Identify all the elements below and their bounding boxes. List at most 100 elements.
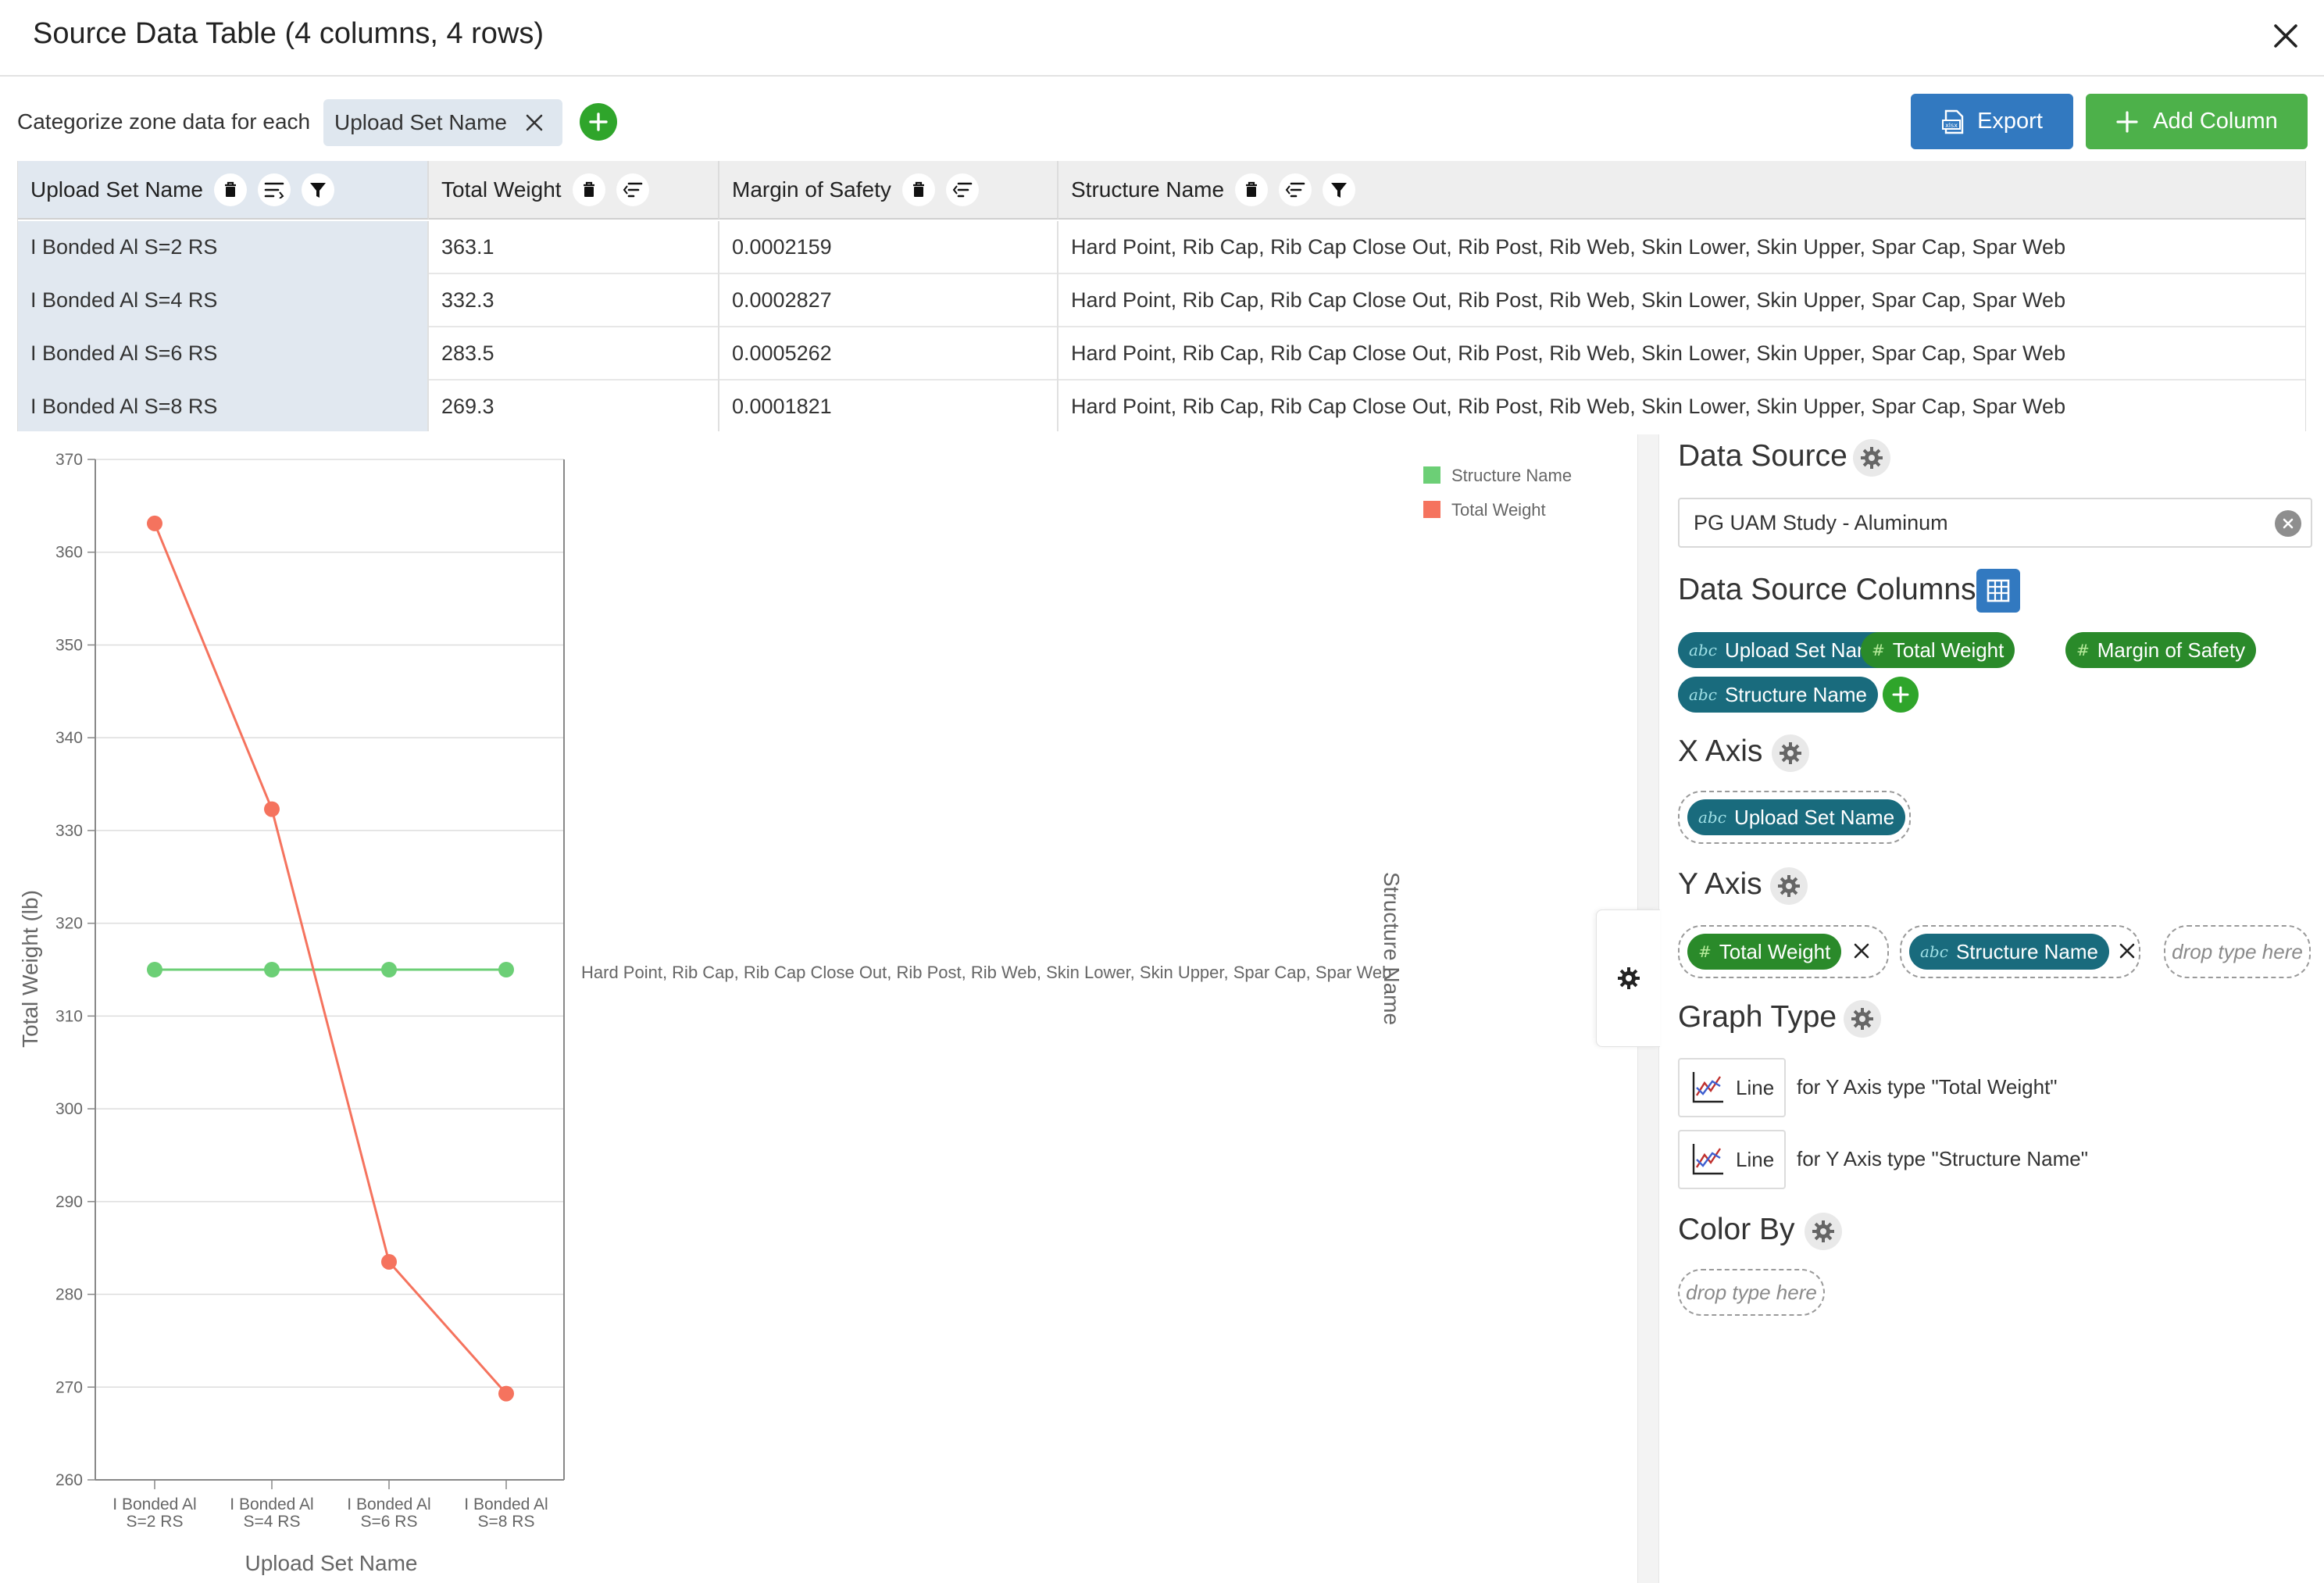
x-axis-pill-upload-set-name[interactable]: abc Upload Set Name: [1687, 799, 1906, 835]
graph-type-line-button-structure-name[interactable]: Line: [1678, 1130, 1786, 1189]
close-button[interactable]: [2262, 13, 2309, 59]
number-type-icon: #: [2076, 641, 2090, 659]
close-icon: [2283, 518, 2294, 529]
sort-column-button[interactable]: [1279, 173, 1312, 206]
categorize-chip[interactable]: Upload Set Name: [323, 99, 562, 146]
table-row[interactable]: I Bonded Al S=4 RS 332.3 0.0002827 Hard …: [18, 274, 2305, 327]
add-category-button[interactable]: [580, 103, 617, 141]
column-pill-structure-name[interactable]: abc Structure Name: [1678, 677, 1879, 713]
sort-column-button[interactable]: [616, 173, 649, 206]
graph-type-settings-button[interactable]: [1844, 1000, 1881, 1038]
delete-column-button[interactable]: [572, 173, 605, 206]
y-axis-title: Y Axis: [1678, 867, 1762, 901]
svg-text:xlsx: xlsx: [1945, 122, 1958, 129]
data-source-settings-button[interactable]: [1853, 439, 1890, 477]
cell-total-weight: 332.3: [429, 274, 719, 327]
cell-upload-set-name: I Bonded Al S=8 RS: [18, 381, 429, 431]
delete-column-button[interactable]: [1235, 173, 1269, 206]
column-pill-label: Structure Name: [1724, 682, 1868, 706]
x-tick-label: I Bonded Al S=4 RS: [230, 1495, 313, 1531]
data-point: [147, 962, 162, 977]
table-row[interactable]: I Bonded Al S=2 RS 363.1 0.0002159 Hard …: [18, 221, 2305, 274]
cell-margin-of-safety: 0.0002159: [719, 221, 1058, 274]
x-tick-label: I Bonded Al S=2 RS: [112, 1495, 196, 1531]
add-data-column-button[interactable]: [1883, 677, 1919, 713]
y2-axis-label: Structure Name: [1380, 872, 1404, 1025]
y-axis-pill-structure-name[interactable]: abc Structure Name: [1909, 934, 2110, 970]
data-point: [381, 1253, 397, 1270]
chart-points: [147, 515, 514, 1402]
abc-type-icon: abc: [1689, 685, 1717, 704]
column-header-structure-name[interactable]: Structure Name: [1058, 161, 2305, 220]
graph-type-title: Graph Type: [1678, 1000, 1837, 1034]
chart-series: [153, 523, 508, 1395]
legend-swatch: [1423, 466, 1440, 484]
plus-icon: [1892, 686, 1909, 703]
gear-icon: [1851, 1008, 1873, 1030]
graph-type-line-button-total-weight[interactable]: Line: [1678, 1058, 1786, 1117]
sort-icon: [264, 182, 284, 198]
y-axis-pill-total-weight[interactable]: # Total Weight: [1687, 934, 1842, 970]
series-line-total-weight: [153, 523, 508, 1395]
categorize-label: Categorize zone data for each: [17, 109, 311, 134]
line-chart-icon: [1692, 1072, 1723, 1103]
column-header-label: Margin of Safety: [732, 177, 891, 202]
column-header-margin-of-safety[interactable]: Margin of Safety: [719, 161, 1058, 220]
delete-column-button[interactable]: [214, 173, 248, 206]
chart-legend[interactable]: Structure Name Total Weight: [1423, 466, 1572, 520]
graph-type-description: for Y Axis type "Structure Name": [1797, 1147, 2088, 1170]
clear-data-source-button[interactable]: [2275, 510, 2301, 537]
panel-toggle-button[interactable]: [1596, 909, 1660, 1047]
close-icon: [1854, 943, 1869, 959]
export-button[interactable]: xlsx Export: [1911, 94, 2073, 149]
data-point: [498, 1385, 514, 1402]
data-point: [264, 801, 280, 817]
filter-column-button[interactable]: [302, 173, 335, 206]
table-row[interactable]: I Bonded Al S=6 RS 283.5 0.0005262 Hard …: [18, 327, 2305, 381]
abc-type-icon: abc: [1920, 942, 1948, 961]
column-header-total-weight[interactable]: Total Weight: [429, 161, 719, 220]
filter-column-button[interactable]: [1323, 173, 1356, 206]
color-by-settings-button[interactable]: [1805, 1213, 1842, 1250]
y-tick-label: 330: [55, 822, 83, 840]
delete-column-button[interactable]: [901, 173, 935, 206]
column-pill-total-weight[interactable]: # Total Weight: [1861, 632, 2015, 668]
legend-swatch: [1423, 501, 1440, 518]
x-axis-settings-button[interactable]: [1772, 734, 1809, 772]
column-header-upload-set-name[interactable]: Upload Set Name: [18, 161, 429, 220]
number-type-icon: #: [1872, 641, 1885, 659]
y-axis-settings-button[interactable]: [1770, 867, 1808, 905]
gear-icon: [1617, 967, 1640, 989]
remove-y-total-weight-button[interactable]: [1848, 938, 1875, 964]
y-tick-label: 360: [55, 544, 83, 562]
remove-y-structure-name-button[interactable]: [2114, 938, 2140, 964]
categorize-chip-label: Upload Set Name: [334, 110, 508, 134]
gear-icon: [1861, 447, 1883, 469]
remove-categorize-button[interactable]: [520, 109, 548, 137]
y-axis-drop-zone-empty[interactable]: drop type here: [2164, 925, 2311, 978]
cell-structure-name: Hard Point, Rib Cap, Rib Cap Close Out, …: [1071, 341, 2066, 365]
gear-icon: [1778, 875, 1800, 897]
add-column-button[interactable]: Add Column: [2086, 94, 2308, 149]
table-row[interactable]: I Bonded Al S=8 RS 269.3 0.0001821 Hard …: [18, 381, 2305, 431]
trash-icon: [583, 181, 594, 197]
column-header-label: Upload Set Name: [30, 177, 204, 202]
line-chart[interactable]: 260 270 280 290 300 310 320 330 340 350 360 370 I Bo…: [0, 438, 1633, 1583]
source-data-table: Upload Set Name Total Weight Margin of S…: [17, 161, 2306, 431]
sort-icon: [952, 182, 973, 197]
cell-total-weight: 269.3: [429, 381, 719, 431]
color-by-drop-zone[interactable]: drop type here: [1678, 1269, 1825, 1316]
sort-column-button[interactable]: [258, 173, 291, 206]
filter-icon: [310, 182, 327, 198]
column-header-label: Total Weight: [441, 177, 562, 202]
data-point: [498, 962, 514, 977]
column-pill-margin-of-safety[interactable]: # Margin of Safety: [2065, 632, 2257, 668]
sort-column-button[interactable]: [945, 173, 979, 206]
abc-type-icon: abc: [1689, 641, 1717, 659]
data-source-input[interactable]: PG UAM Study - Aluminum: [1678, 498, 2312, 548]
columns-grid-button[interactable]: [1976, 569, 2020, 613]
column-pill-label: Margin of Safety: [2097, 638, 2246, 662]
xlsx-file-icon: xlsx: [1942, 109, 1964, 134]
y-tick-label: 320: [55, 915, 83, 933]
data-point: [381, 962, 397, 977]
